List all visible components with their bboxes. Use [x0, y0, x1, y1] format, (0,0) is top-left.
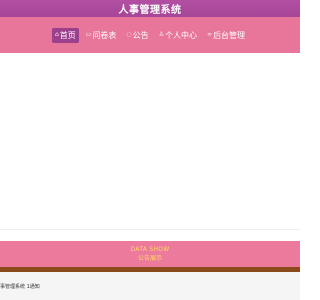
notice-title-cn: 公告展示: [137, 255, 162, 262]
nav-item-home[interactable]: ⌂ 首页: [51, 27, 79, 43]
nav-item-label: 公告: [132, 30, 149, 40]
main-nav: ⌂ 首页 ▭ 问卷表 ◌ 公告 ♙ 个人中心 ∞ 后台管理: [0, 17, 300, 53]
nav-item-label: 问卷表: [92, 30, 117, 40]
user-icon: ♙: [158, 31, 165, 38]
main-content: [0, 53, 300, 230]
link-icon: ∞: [207, 31, 213, 38]
nav-item-notice[interactable]: ◌ 公告: [123, 28, 151, 43]
app-header: 人事管理系统: [0, 0, 300, 17]
nav-item-admin[interactable]: ∞ 后台管理: [204, 28, 248, 43]
nav-item-label: 个人中心: [165, 30, 198, 40]
nav-item-survey[interactable]: ▭ 问卷表: [83, 28, 120, 43]
nav-item-label: 首页: [59, 30, 76, 40]
survey-icon: ▭: [85, 31, 92, 38]
notice-icon: ◌: [126, 31, 132, 38]
home-icon: ⌂: [54, 31, 59, 38]
nav-item-label: 后台管理: [213, 30, 246, 40]
app-title: 人事管理系统: [118, 5, 182, 16]
footer-text: 事管理系统 1通知: [0, 283, 40, 290]
notice-title-en: DATA SHOW: [130, 246, 170, 253]
notice-section-header: DATA SHOW 公告展示: [0, 241, 300, 267]
nav-item-profile[interactable]: ♙ 个人中心: [156, 28, 200, 43]
footer: 事管理系统 1通知: [0, 272, 300, 300]
